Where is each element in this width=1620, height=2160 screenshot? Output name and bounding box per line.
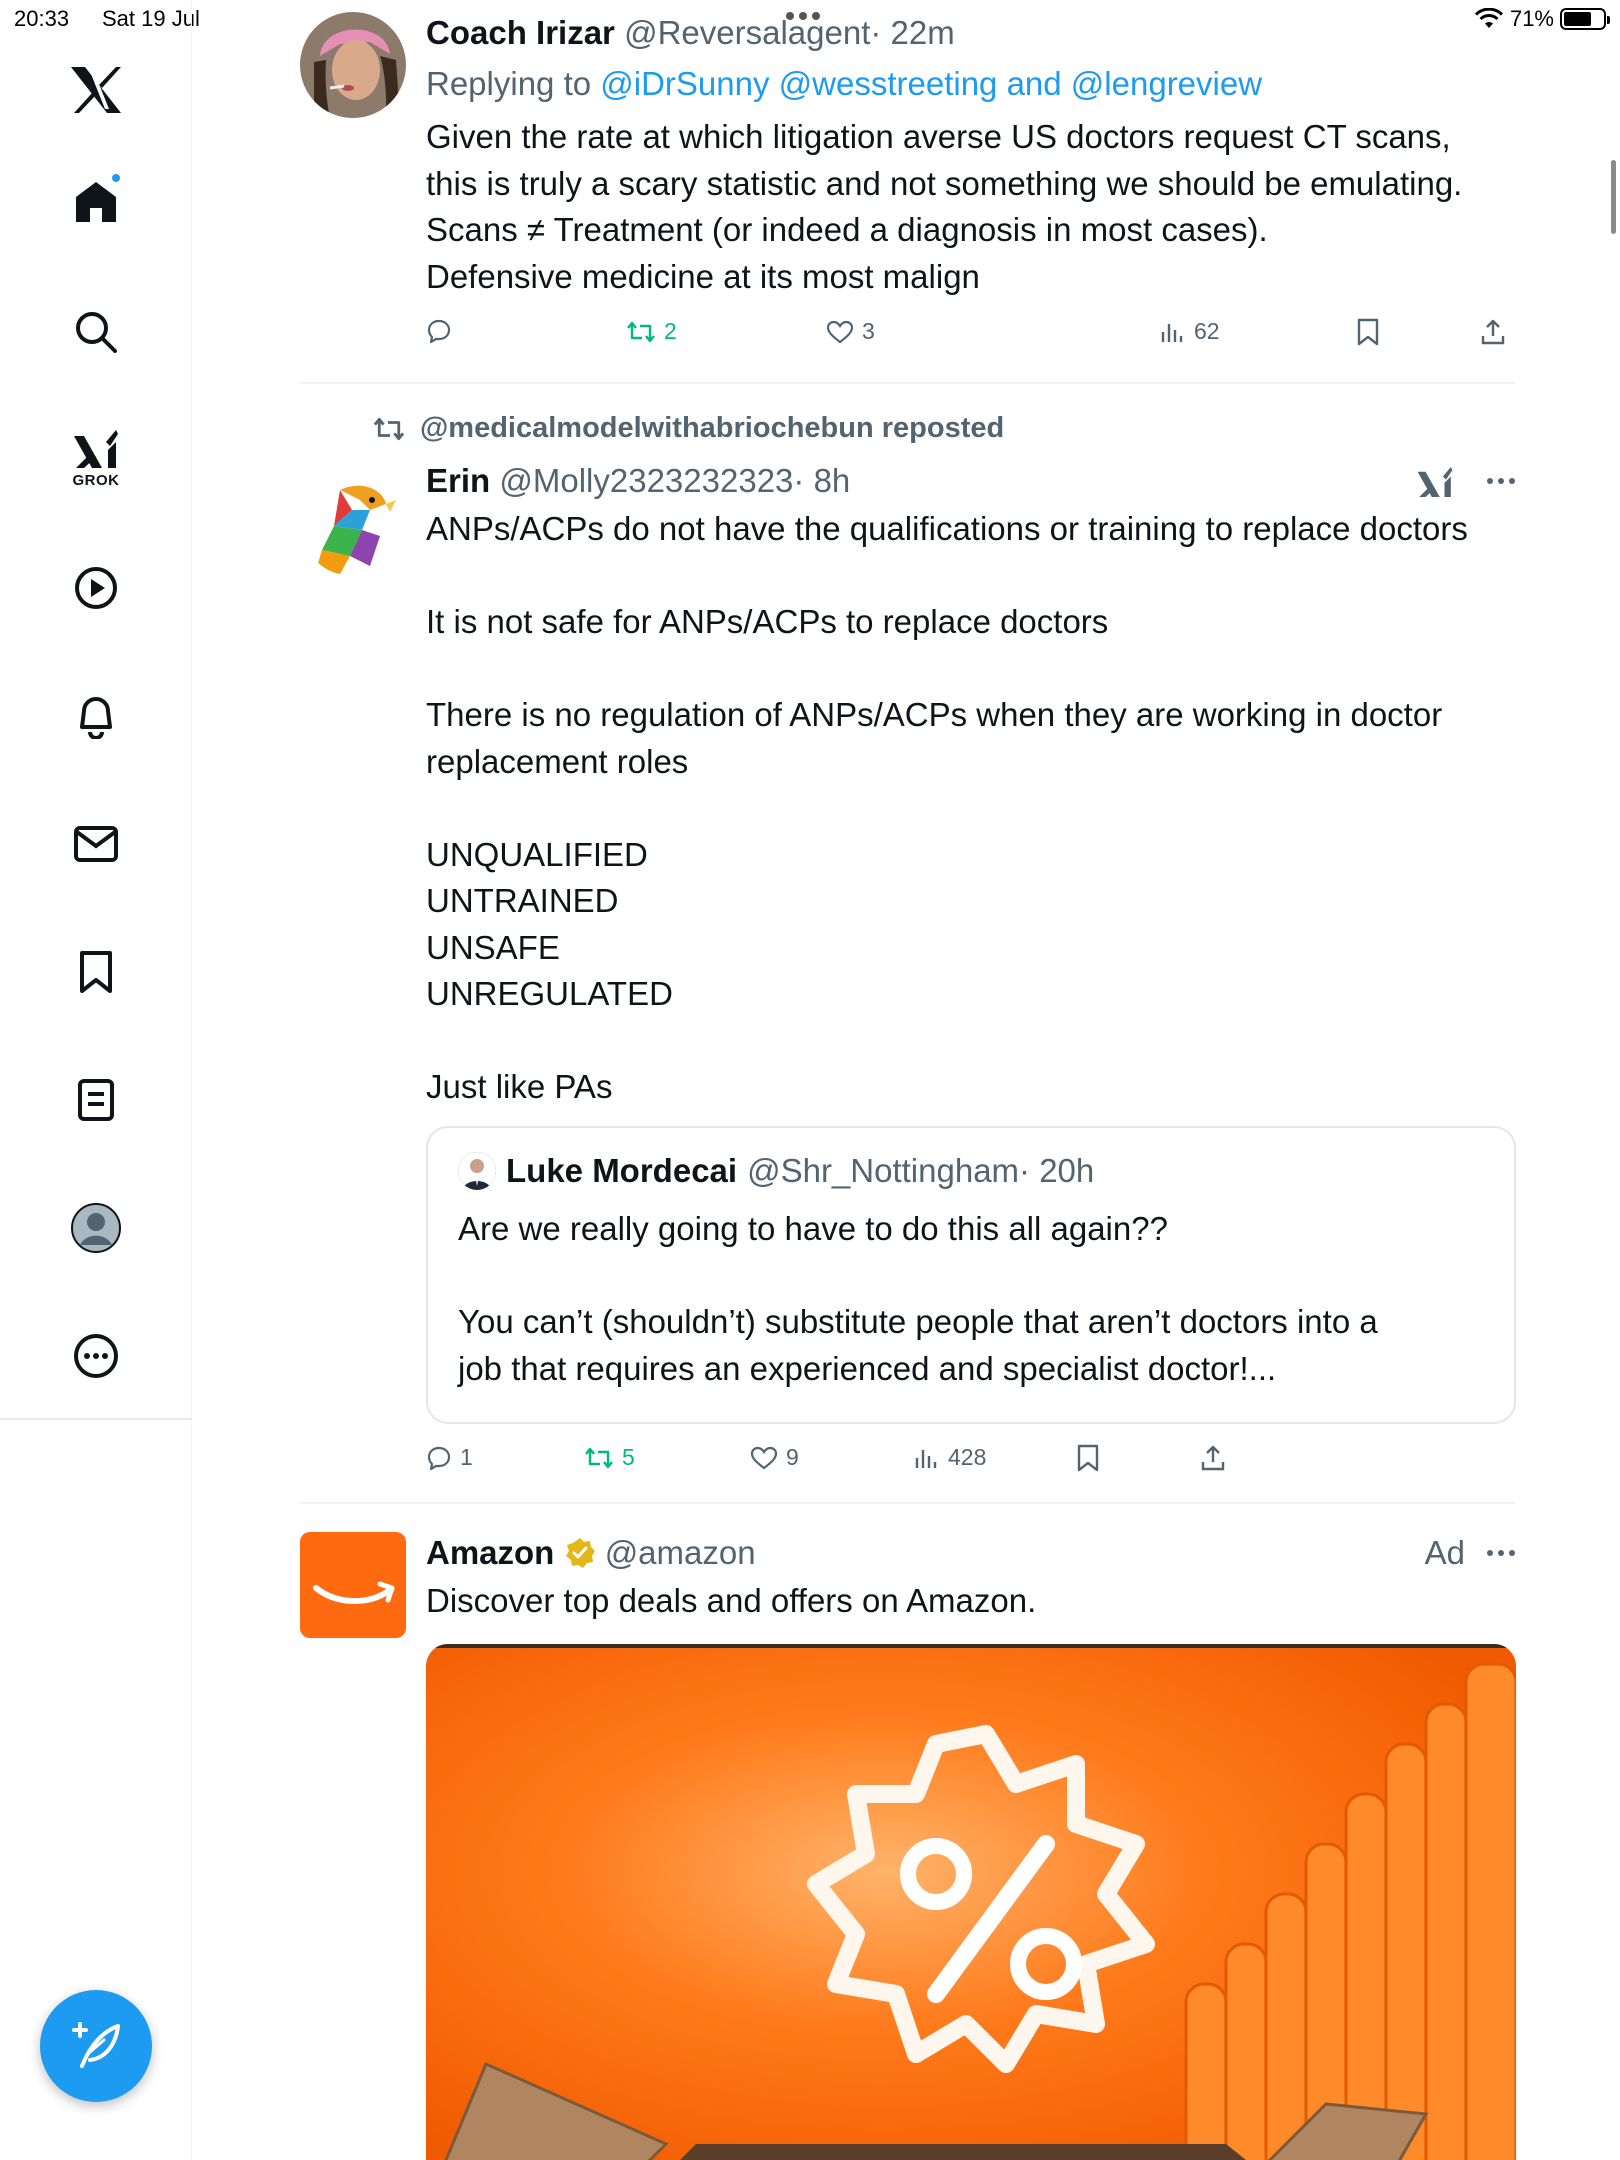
compose-feather-icon	[72, 2022, 120, 2068]
like-count: 3	[862, 318, 875, 344]
ad-image[interactable]	[426, 1644, 1516, 2160]
author-name[interactable]: Coach Irizar	[426, 14, 615, 51]
sidebar: GROK	[0, 0, 192, 2160]
views-chart-icon	[1161, 323, 1183, 342]
tweet-text: ANPs/ACPs do not have the qualifications…	[426, 510, 1468, 1105]
post-time[interactable]: · 8h	[793, 462, 850, 499]
quote-avatar[interactable]	[458, 1152, 496, 1190]
grok-icon	[74, 429, 118, 468]
view-count: 428	[948, 1444, 987, 1470]
tweet-separator	[300, 382, 1515, 384]
scrollbar[interactable]	[1611, 160, 1616, 234]
share-icon	[1201, 1445, 1225, 1471]
search-icon[interactable]	[56, 292, 136, 372]
repost-count: 2	[664, 318, 677, 344]
tweet-separator	[300, 1502, 1515, 1504]
avatar[interactable]	[300, 12, 406, 118]
video-icon[interactable]	[56, 548, 136, 628]
profile-avatar-icon[interactable]	[56, 1188, 136, 1268]
ad-label: Ad	[1424, 1534, 1465, 1571]
repost-button[interactable]: 2	[626, 318, 677, 345]
quote-author-handle[interactable]: @Shr_Nottingham· 20h	[747, 1150, 1094, 1192]
lists-icon[interactable]	[56, 1060, 136, 1140]
tweet-text: Given the rate at which litigation avers…	[426, 118, 1463, 295]
more-options-icon[interactable]	[1487, 1536, 1515, 1570]
author-name[interactable]: Erin	[426, 462, 490, 499]
grok-label: GROK	[72, 471, 120, 489]
share-button[interactable]	[1200, 1444, 1226, 1472]
reposted-by: @medicalmodelwithabriochebun reposted	[420, 412, 1005, 444]
quoted-tweet[interactable]: Luke Mordecai @Shr_Nottingham· 20h Are w…	[426, 1126, 1516, 1424]
quote-handle-text: @Shr_Nottingham	[747, 1152, 1020, 1189]
compose-post-button[interactable]	[40, 1990, 152, 2102]
reply-button[interactable]	[426, 318, 460, 344]
quote-author-name[interactable]: Luke Mordecai	[506, 1150, 737, 1192]
like-count: 9	[786, 1444, 799, 1470]
views-button[interactable]: 62	[1160, 318, 1220, 345]
home-notification-dot	[110, 172, 122, 184]
battery-percent: 71%	[1509, 6, 1554, 31]
more-options-icon[interactable]	[56, 1316, 136, 1396]
repost-icon	[627, 321, 655, 342]
bookmark-icon	[1077, 1444, 1099, 1472]
tweet-actions: 1 5 9 428	[426, 1444, 1516, 1484]
heart-icon	[750, 1446, 778, 1469]
replying-to: Replying to @iDrSunny @wesstreeting and …	[426, 62, 1516, 106]
more-options-icon[interactable]	[1487, 464, 1515, 498]
grok-icon[interactable]	[1416, 464, 1454, 500]
amazon-logo-avatar[interactable]	[300, 1532, 406, 1638]
tweet-repost[interactable]: Erin @Molly2323232323· 8h ANPs/ACPs do n…	[300, 460, 1516, 1490]
repost-icon	[373, 417, 405, 440]
author-handle[interactable]: @Reversalagent	[624, 14, 870, 51]
views-chart-icon	[915, 1449, 937, 1468]
bookmark-icon	[1357, 318, 1379, 346]
views-button[interactable]: 428	[914, 1444, 986, 1471]
grok-nav[interactable]: GROK	[56, 418, 136, 498]
battery-icon	[1560, 8, 1610, 30]
replying-prefix: Replying to	[426, 65, 601, 102]
author-name[interactable]: Amazon	[426, 1534, 554, 1571]
repost-icon	[585, 1447, 613, 1468]
reply-button[interactable]: 1	[426, 1444, 473, 1471]
verified-badge-icon	[565, 1538, 595, 1568]
view-count: 62	[1194, 318, 1220, 344]
reply-icon	[427, 319, 451, 344]
home-icon[interactable]	[56, 162, 136, 242]
quote-text: Are we really going to have to do this a…	[458, 1210, 1378, 1387]
quote-time: · 20h	[1019, 1152, 1095, 1189]
author-handle[interactable]: @Molly2323232323	[499, 462, 793, 499]
bookmark-button[interactable]	[1076, 1444, 1100, 1472]
bookmarks-icon[interactable]	[56, 932, 136, 1012]
messages-envelope-icon[interactable]	[56, 804, 136, 884]
notifications-bell-icon[interactable]	[56, 676, 136, 756]
reply-icon	[427, 1446, 451, 1470]
avatar[interactable]	[300, 470, 406, 576]
reply-count: 1	[460, 1444, 473, 1470]
x-logo-icon[interactable]	[56, 50, 136, 130]
tweet-actions: 2 3 62	[426, 318, 1516, 358]
like-button[interactable]: 3	[826, 318, 875, 345]
bookmark-button[interactable]	[1356, 318, 1380, 346]
post-time[interactable]: · 22m	[870, 14, 954, 51]
tweet-text: Discover top deals and offers on Amazon.	[426, 1582, 1037, 1619]
repost-button[interactable]: 5	[584, 1444, 635, 1471]
sidebar-divider	[0, 1418, 192, 1420]
share-button[interactable]	[1480, 318, 1506, 346]
heart-icon	[826, 320, 854, 343]
reply-mentions-link[interactable]: @iDrSunny @wesstreeting and @lengreview	[600, 65, 1262, 102]
like-button[interactable]: 9	[750, 1444, 799, 1471]
repost-count: 5	[622, 1444, 635, 1470]
share-icon	[1481, 319, 1505, 345]
author-handle[interactable]: @amazon	[605, 1534, 756, 1571]
repost-context[interactable]: @medicalmodelwithabriochebun reposted	[372, 412, 1004, 445]
tweet-reply[interactable]: Coach Irizar @Reversalagent· 22m Replyin…	[300, 12, 1515, 372]
